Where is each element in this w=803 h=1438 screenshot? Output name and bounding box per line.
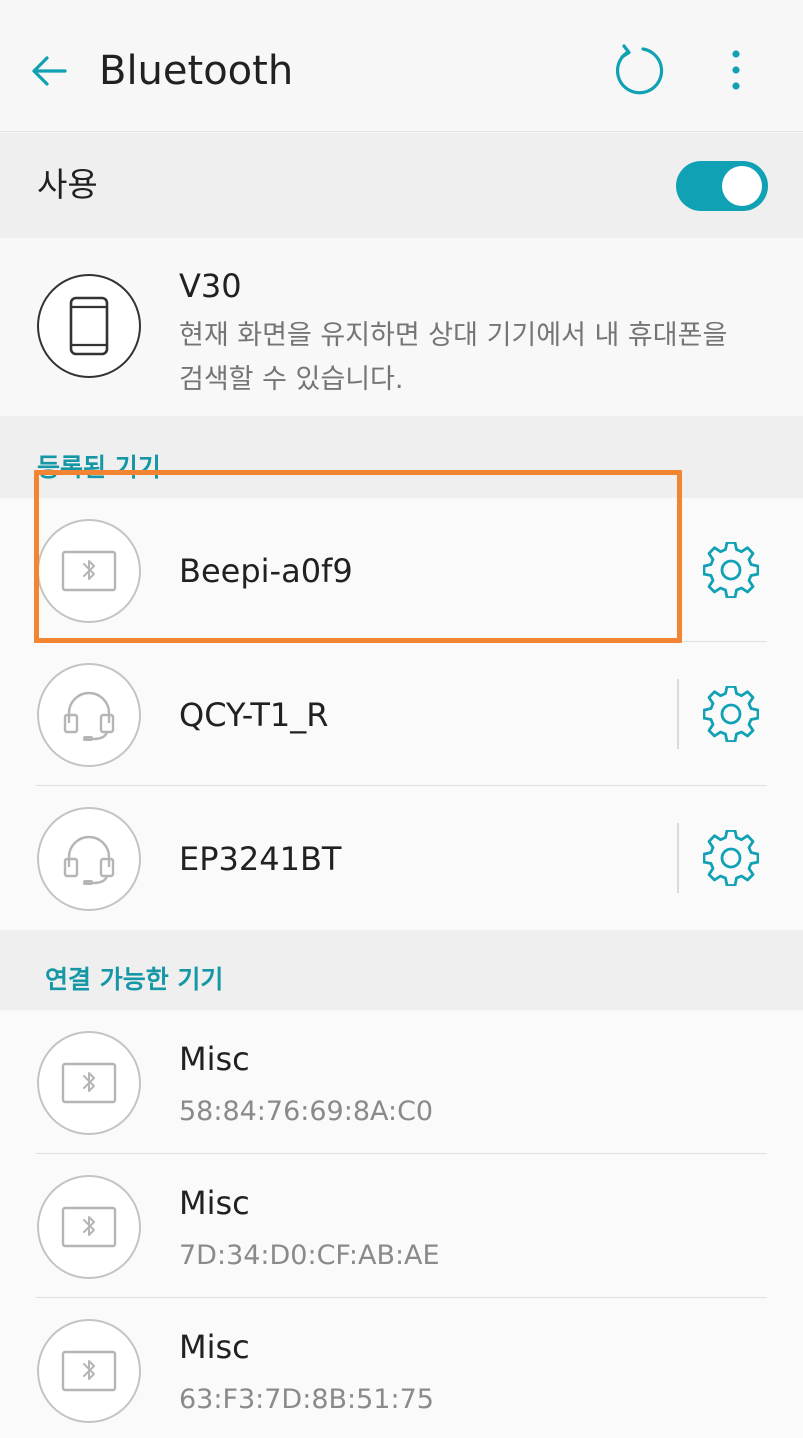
list-item[interactable]: Beepi-a0f9 (0, 498, 803, 642)
arrow-left-icon (32, 56, 67, 86)
device-name: Misc (179, 1040, 250, 1078)
device-name: Misc (179, 1184, 250, 1222)
device-name: QCY-T1_R (179, 696, 329, 734)
app-bar: Bluetooth (0, 0, 803, 132)
back-button[interactable] (26, 48, 72, 94)
gear-icon (703, 830, 759, 886)
switch-thumb (722, 166, 762, 206)
device-name: Misc (179, 1328, 250, 1366)
gear-icon (703, 686, 759, 742)
more-options-button[interactable] (714, 44, 758, 96)
device-avatar (37, 1175, 141, 1279)
registered-devices-list: Beepi-a0f9 QCY-T1_R EP3241BT (0, 498, 803, 930)
list-item[interactable]: QCY-T1_R (0, 642, 803, 786)
device-settings-button[interactable] (700, 827, 762, 889)
device-name: EP3241BT (179, 840, 342, 878)
device-settings-button[interactable] (700, 539, 762, 601)
headset-icon (63, 835, 115, 885)
list-item[interactable]: EP3241BT (0, 786, 803, 930)
more-vert-icon (732, 50, 740, 90)
phone-icon (69, 296, 109, 356)
gear-icon (703, 542, 759, 598)
phone-avatar (37, 274, 141, 378)
available-devices-title: 연결 가능한 기기 (45, 965, 224, 994)
list-item[interactable]: Misc 7D:34:D0:CF:AB:AE (0, 1154, 803, 1298)
refresh-icon (615, 44, 664, 95)
bluetooth-icon (61, 1350, 117, 1392)
device-address: 7D:34:D0:CF:AB:AE (179, 1240, 440, 1271)
device-avatar (37, 1031, 141, 1135)
list-item[interactable]: Misc 58:84:76:69:8A:C0 (0, 1010, 803, 1154)
available-devices-list: Misc 58:84:76:69:8A:C0 Misc 7D:34:D0:CF:… (0, 1010, 803, 1438)
vertical-divider (677, 823, 679, 893)
device-address: 63:F3:7D:8B:51:75 (179, 1384, 434, 1415)
registered-devices-header: 등록된 기기 (0, 416, 803, 498)
bluetooth-icon (61, 1206, 117, 1248)
my-device-card: V30 현재 화면을 유지하면 상대 기기에서 내 휴대폰을 검색할 수 있습니… (0, 238, 803, 416)
list-item[interactable]: Misc 63:F3:7D:8B:51:75 (0, 1298, 803, 1438)
my-device-description: 현재 화면을 유지하면 상대 기기에서 내 휴대폰을 검색할 수 있습니다. (179, 320, 728, 395)
my-device-name: V30 (179, 267, 242, 305)
device-address: 58:84:76:69:8A:C0 (179, 1096, 434, 1127)
bluetooth-toggle-label: 사용 (37, 165, 98, 204)
bluetooth-switch[interactable] (676, 161, 768, 211)
device-avatar (37, 807, 141, 911)
bluetooth-icon (61, 1062, 117, 1104)
page-title: Bluetooth (99, 48, 294, 94)
refresh-button[interactable] (611, 42, 667, 98)
device-avatar (37, 1319, 141, 1423)
device-avatar (37, 663, 141, 767)
bluetooth-icon (61, 550, 117, 592)
available-devices-header: 연결 가능한 기기 (0, 930, 803, 1010)
registered-devices-title: 등록된 기기 (37, 453, 161, 482)
device-settings-button[interactable] (700, 683, 762, 745)
device-avatar (37, 519, 141, 623)
vertical-divider (677, 679, 679, 749)
device-name: Beepi-a0f9 (179, 552, 353, 590)
headset-icon (63, 691, 115, 741)
